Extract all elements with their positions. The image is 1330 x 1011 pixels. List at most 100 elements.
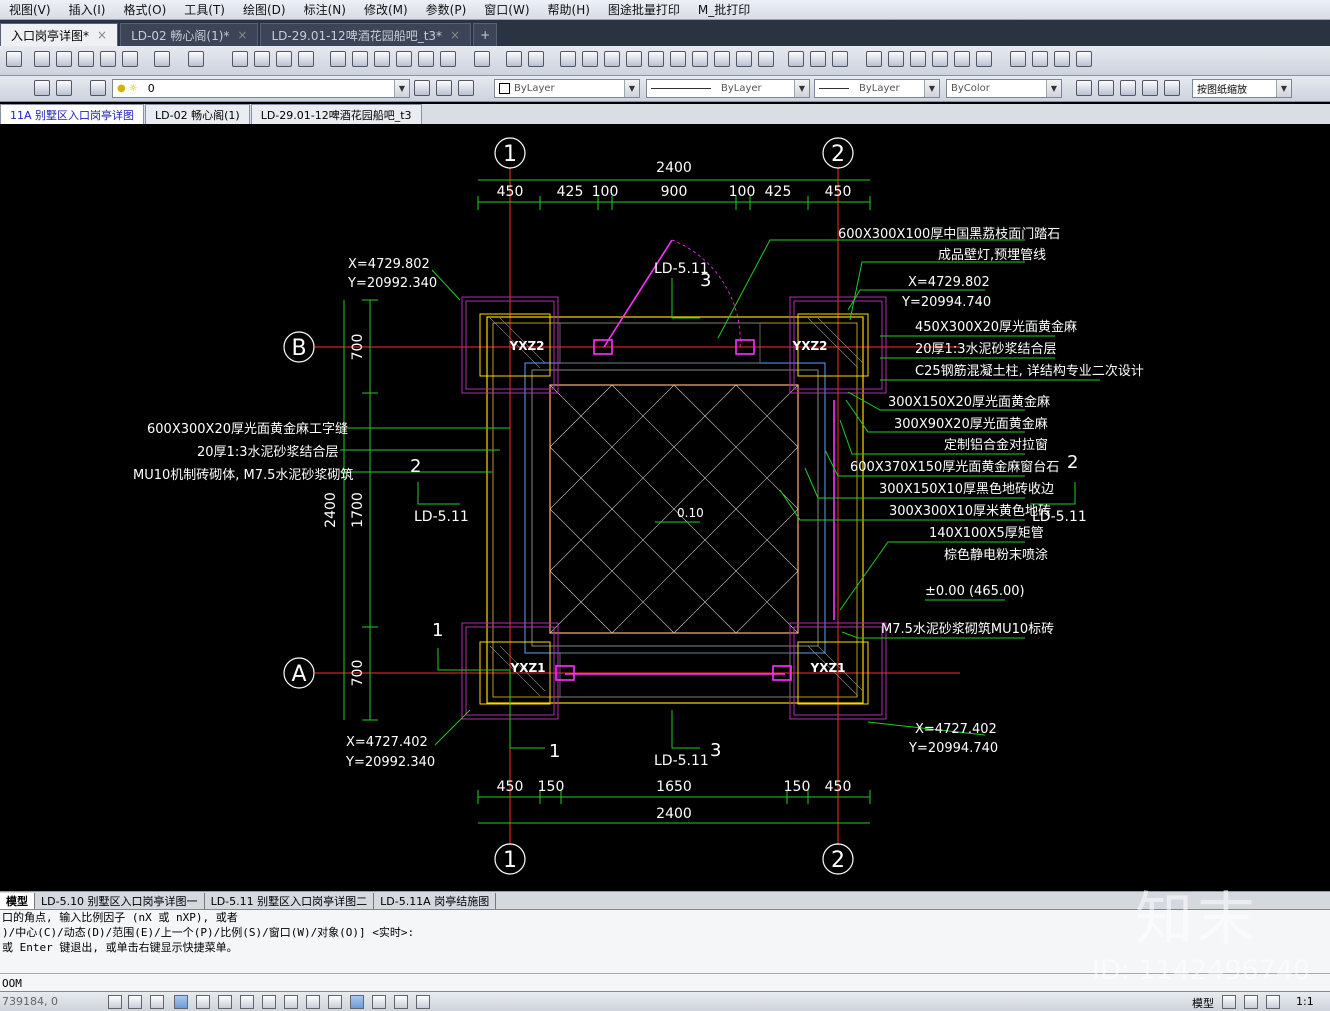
redo-icon[interactable] — [188, 51, 204, 67]
modify-tool-icon[interactable] — [910, 51, 926, 67]
sheet-tab-model[interactable]: 模型 — [0, 892, 35, 909]
modify-tool-icon[interactable] — [866, 51, 882, 67]
drawing-canvas[interactable]: 1 2 1 2 B A 2400 450 425 100 900 100 425… — [0, 124, 1330, 891]
sheet-tab[interactable]: LD-5.10 别墅区入口岗亭详图一 — [35, 892, 205, 909]
menu-format[interactable]: 格式(O) — [123, 1, 166, 18]
snap-icon[interactable] — [128, 995, 142, 1009]
grid-icon[interactable] — [150, 995, 164, 1009]
am-icon[interactable] — [416, 995, 430, 1009]
osnap-icon[interactable] — [218, 995, 232, 1009]
close-icon[interactable]: × — [450, 28, 460, 42]
plotstyle-select[interactable]: ByColor ▼ — [946, 79, 1062, 98]
paste-block-icon[interactable] — [100, 51, 116, 67]
annotation-scale[interactable]: 1:1 — [1296, 995, 1314, 1008]
zoom-previous-icon[interactable] — [298, 51, 314, 67]
layer-properties-icon[interactable] — [90, 80, 106, 96]
modify-tool-icon[interactable] — [976, 51, 992, 67]
properties-icon[interactable] — [330, 51, 346, 67]
view-tool-icon[interactable] — [1098, 80, 1114, 96]
zoom-window-icon[interactable] — [276, 51, 292, 67]
layer-state-icon[interactable] — [56, 80, 72, 96]
ortho-icon[interactable] — [174, 995, 188, 1009]
layout-tab[interactable]: LD-02 畅心阁(1) — [145, 104, 250, 124]
dyn-icon[interactable] — [306, 995, 320, 1009]
lineweight-icon[interactable] — [328, 995, 342, 1009]
sheet-tab[interactable]: LD-5.11 别墅区入口岗亭详图二 — [205, 892, 375, 909]
menu-draw[interactable]: 绘图(D) — [243, 1, 286, 18]
modify-tool-icon[interactable] — [932, 51, 948, 67]
layer-tool-icon[interactable] — [810, 51, 826, 67]
cut-icon[interactable] — [34, 51, 50, 67]
layer-tool-icon[interactable] — [736, 51, 752, 67]
file-tab[interactable]: LD-29.01-12啤酒花园船吧_t3* × — [260, 23, 472, 46]
file-tab[interactable]: 入口岗亭详图* × — [0, 23, 119, 46]
color-select[interactable]: ByLayer ▼ — [494, 79, 640, 98]
layout-tab[interactable]: LD-29.01-12啤酒花园船吧_t3 — [250, 104, 422, 124]
modify-tool-icon[interactable] — [1054, 51, 1070, 67]
view-tool-icon[interactable] — [1142, 80, 1158, 96]
file-tab[interactable]: LD-02 畅心阁(1)* × — [120, 23, 259, 46]
layer-match-icon[interactable] — [436, 80, 452, 96]
3dosnap-icon[interactable] — [240, 995, 254, 1009]
modify-tool-icon[interactable] — [1032, 51, 1048, 67]
linetype-select[interactable]: ByLayer ▼ — [646, 79, 810, 98]
modify-tool-icon[interactable] — [1010, 51, 1026, 67]
menu-view[interactable]: 视图(V) — [9, 1, 51, 18]
menu-insert[interactable]: 插入(I) — [69, 1, 106, 18]
make-current-icon[interactable] — [414, 80, 430, 96]
layer-tool-icon[interactable] — [758, 51, 774, 67]
layer-tool-icon[interactable] — [788, 51, 804, 67]
ducs-icon[interactable] — [284, 995, 298, 1009]
model-space-label[interactable]: 模型 — [1192, 995, 1214, 1011]
zoom-realtime-icon[interactable] — [254, 51, 270, 67]
layout-icon[interactable] — [1222, 995, 1236, 1009]
menu-parametric[interactable]: 参数(P) — [426, 1, 467, 18]
layout-icon[interactable] — [1266, 995, 1280, 1009]
view-tool-icon[interactable] — [1164, 80, 1180, 96]
new-tab-button[interactable]: + — [473, 23, 498, 46]
sheet-set-icon[interactable] — [396, 51, 412, 67]
pan-icon[interactable] — [232, 51, 248, 67]
layer-tool-icon[interactable] — [648, 51, 664, 67]
layer-tool-icon[interactable] — [692, 51, 708, 67]
undo-icon[interactable] — [154, 51, 170, 67]
modify-tool-icon[interactable] — [954, 51, 970, 67]
layout-tab[interactable]: 11A 别墅区入口岗亭详图 — [0, 104, 145, 124]
menu-modify[interactable]: 修改(M) — [364, 1, 408, 18]
layout-icon[interactable] — [1244, 995, 1258, 1009]
lineweight-select[interactable]: ByLayer ▼ — [814, 79, 940, 98]
transparency-icon[interactable] — [350, 995, 364, 1009]
menu-window[interactable]: 窗口(W) — [484, 1, 529, 18]
modify-tool-icon[interactable] — [888, 51, 904, 67]
sheet-tab[interactable]: LD-5.11A 岗亭结施图 — [374, 892, 497, 909]
close-icon[interactable]: × — [97, 28, 107, 42]
layer-tool-icon[interactable] — [626, 51, 642, 67]
qp-icon[interactable] — [372, 995, 386, 1009]
layer-tool-icon[interactable] — [670, 51, 686, 67]
menu-help[interactable]: 帮助(H) — [548, 1, 590, 18]
match-properties-icon[interactable] — [122, 51, 138, 67]
menu-tools[interactable]: 工具(T) — [184, 1, 225, 18]
view-tool-icon[interactable] — [1076, 80, 1092, 96]
layer-tool-icon[interactable] — [560, 51, 576, 67]
layer-tool-icon[interactable] — [604, 51, 620, 67]
layer-select[interactable]: ● ☼ 0 ▼ — [112, 79, 410, 98]
menu-m-print[interactable]: M_批打印 — [698, 1, 750, 18]
menu-dimension[interactable]: 标注(N) — [304, 1, 346, 18]
copy-icon[interactable] — [56, 51, 72, 67]
layer-tool-icon[interactable] — [582, 51, 598, 67]
menu-batch-print[interactable]: 图途批量打印 — [608, 1, 680, 18]
layer-tool-icon[interactable] — [832, 51, 848, 67]
settings-icon[interactable] — [34, 80, 50, 96]
layer-tool-icon[interactable] — [714, 51, 730, 67]
polar-icon[interactable] — [196, 995, 210, 1009]
help-icon[interactable] — [474, 51, 490, 67]
sc-icon[interactable] — [394, 995, 408, 1009]
close-icon[interactable]: × — [237, 28, 247, 42]
quickcalc-icon[interactable] — [440, 51, 456, 67]
modify-tool-icon[interactable] — [1076, 51, 1092, 67]
design-center-icon[interactable] — [352, 51, 368, 67]
publish-icon[interactable] — [6, 51, 22, 67]
otrack-icon[interactable] — [262, 995, 276, 1009]
layer-tool-icon[interactable] — [528, 51, 544, 67]
